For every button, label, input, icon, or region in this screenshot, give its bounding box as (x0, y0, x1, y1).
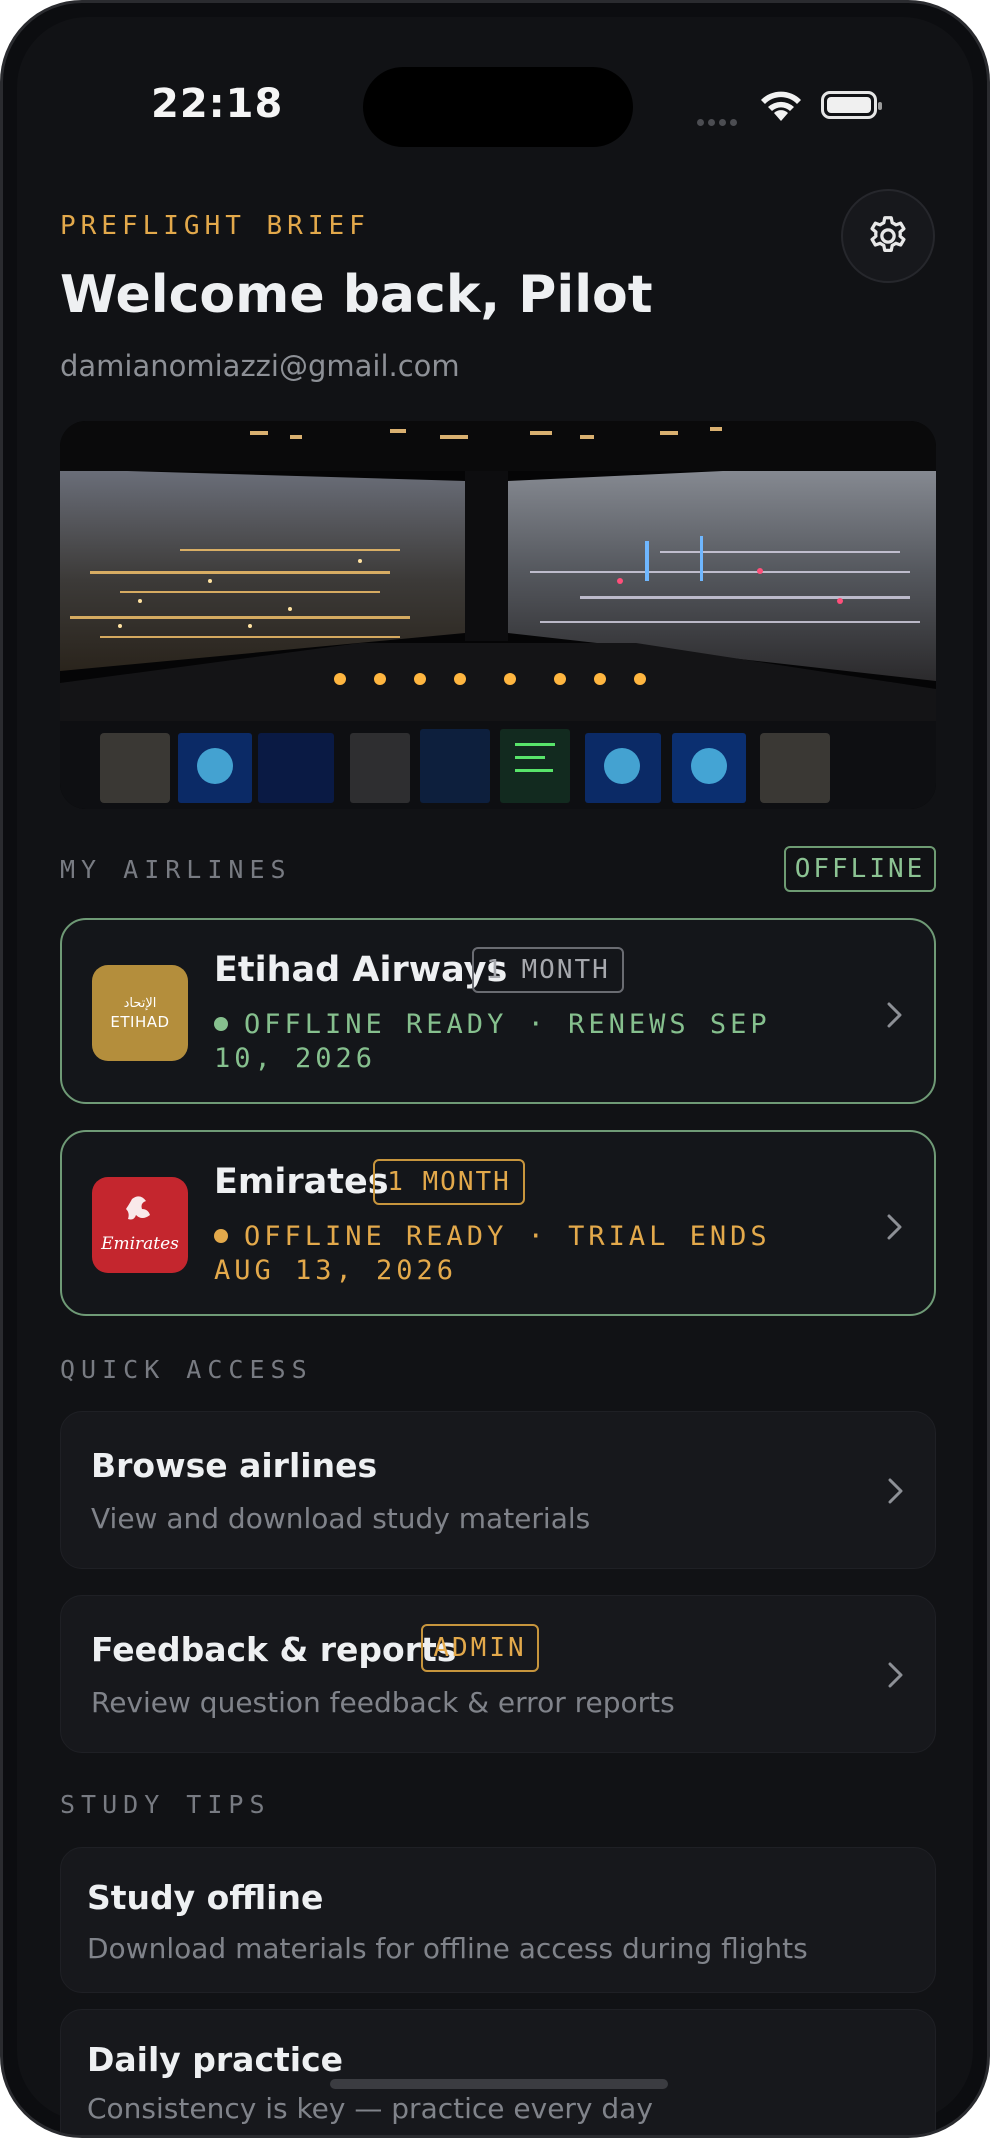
settings-button[interactable] (841, 189, 935, 283)
plan-badge: 1 MONTH (472, 947, 624, 993)
browse-airlines-card[interactable]: Browse airlines View and download study … (60, 1411, 936, 1569)
home-indicator[interactable] (330, 2079, 668, 2089)
battery-icon (821, 91, 882, 119)
airline-card-etihad[interactable]: الإتحاد ETIHAD Etihad Airways 1 MONTH OF… (60, 918, 936, 1104)
admin-badge: ADMIN (421, 1624, 539, 1672)
tip-subtitle: Consistency is key — practice every day (87, 2092, 653, 2125)
status-time: 22:18 (151, 81, 284, 127)
phone-frame: 22:18 PREFLIGHT BRIEF Welcome back, Pilo… (0, 0, 990, 2138)
signal-icon (697, 111, 741, 130)
chevron-right-icon (888, 1478, 903, 1504)
etihad-logo: الإتحاد ETIHAD (92, 965, 188, 1061)
status-dot (214, 1229, 228, 1243)
svg-text:الإتحاد: الإتحاد (124, 996, 157, 1011)
airline-name: Etihad Airways (214, 950, 508, 990)
dynamic-island (363, 67, 633, 147)
card-subtitle: Review question feedback & error reports (91, 1686, 675, 1719)
tip-title: Daily practice (87, 2040, 344, 2079)
airline-name: Emirates (214, 1162, 389, 1202)
wifi-icon (759, 89, 803, 127)
page-eyebrow: PREFLIGHT BRIEF (60, 211, 370, 241)
card-title: Browse airlines (91, 1446, 378, 1485)
section-label-quick-access: QUICK ACCESS (60, 1355, 313, 1384)
user-email: damianomiazzi@gmail.com (60, 349, 460, 383)
offline-badge: OFFLINE (784, 846, 936, 892)
tip-title: Study offline (87, 1878, 324, 1917)
tip-card-daily-practice: Daily practice Consistency is key — prac… (60, 2009, 936, 2135)
chevron-right-icon (888, 1662, 903, 1688)
chevron-right-icon (887, 1002, 902, 1028)
cockpit-hero-image (60, 421, 936, 809)
chevron-right-icon (887, 1214, 902, 1240)
tip-card-study-offline: Study offline Download materials for off… (60, 1847, 936, 1993)
card-subtitle: View and download study materials (91, 1502, 591, 1535)
tip-subtitle: Download materials for offline access du… (87, 1932, 808, 1965)
airline-status: OFFLINE READY · TRIAL ENDS AUG 13, 2026 (214, 1221, 771, 1286)
airline-status: OFFLINE READY · RENEWS SEP 10, 2026 (214, 1009, 771, 1074)
airline-card-emirates[interactable]: Emirates Emirates 1 MONTH OFFLINE READY … (60, 1130, 936, 1316)
emirates-logo: Emirates (92, 1177, 188, 1273)
page-title: Welcome back, Pilot (60, 265, 653, 325)
section-label-my-airlines: MY AIRLINES (60, 855, 292, 884)
gear-icon (870, 216, 906, 253)
card-title: Feedback & reports (91, 1630, 457, 1669)
status-dot (214, 1017, 228, 1031)
plan-badge: 1 MONTH (373, 1159, 525, 1205)
feedback-reports-card[interactable]: Feedback & reports ADMIN Review question… (60, 1595, 936, 1753)
section-label-study-tips: STUDY TIPS (60, 1790, 271, 1819)
svg-text:ETIHAD: ETIHAD (110, 1013, 169, 1031)
svg-text:Emirates: Emirates (100, 1234, 179, 1254)
